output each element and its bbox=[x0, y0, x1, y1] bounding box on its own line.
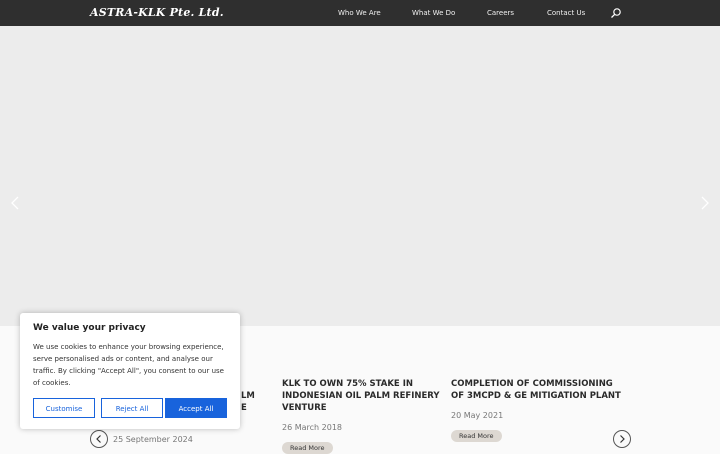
prev-arrow-icon[interactable] bbox=[90, 430, 108, 448]
news-date: 20 May 2021 bbox=[451, 411, 504, 420]
cookie-text: We use cookies to enhance your browsing … bbox=[33, 343, 224, 387]
next-arrow-icon[interactable] bbox=[613, 430, 631, 448]
nav-what-we-do[interactable]: What We Do bbox=[412, 9, 455, 17]
nav-contact-us[interactable]: Contact Us bbox=[547, 9, 585, 17]
cookie-banner: We value your privacy We use cookies to … bbox=[20, 313, 240, 429]
accept-all-button[interactable]: Accept All bbox=[165, 398, 227, 418]
news-title[interactable]: KLK TO OWN 75% STAKE IN INDONESIAN OIL P… bbox=[282, 378, 452, 414]
read-more-button[interactable]: Read More bbox=[451, 430, 502, 442]
news-title[interactable]: COMPLETION OF COMMISSIONING OF 3MCPD & G… bbox=[451, 378, 621, 402]
customise-button[interactable]: Customise bbox=[33, 398, 95, 418]
logo[interactable]: ASTRA-KLK Pte. Ltd. bbox=[90, 6, 224, 19]
read-more-button[interactable]: Read More bbox=[282, 442, 333, 454]
nav-who-we-are[interactable]: Who We Are bbox=[338, 9, 381, 17]
news-date: 26 March 2018 bbox=[282, 423, 343, 432]
chevron-right-icon[interactable] bbox=[700, 196, 710, 210]
news-date: 25 September 2024 bbox=[113, 435, 193, 444]
reject-all-button[interactable]: Reject All bbox=[101, 398, 163, 418]
search-icon[interactable] bbox=[610, 7, 622, 19]
news-title-partial[interactable]: LM E bbox=[241, 390, 261, 414]
nav-careers[interactable]: Careers bbox=[487, 9, 514, 17]
hero-slider bbox=[0, 26, 720, 326]
chevron-left-icon[interactable] bbox=[10, 196, 20, 210]
cookie-title: We value your privacy bbox=[33, 323, 146, 333]
header-bar: ASTRA-KLK Pte. Ltd. Who We Are What We D… bbox=[0, 0, 720, 26]
